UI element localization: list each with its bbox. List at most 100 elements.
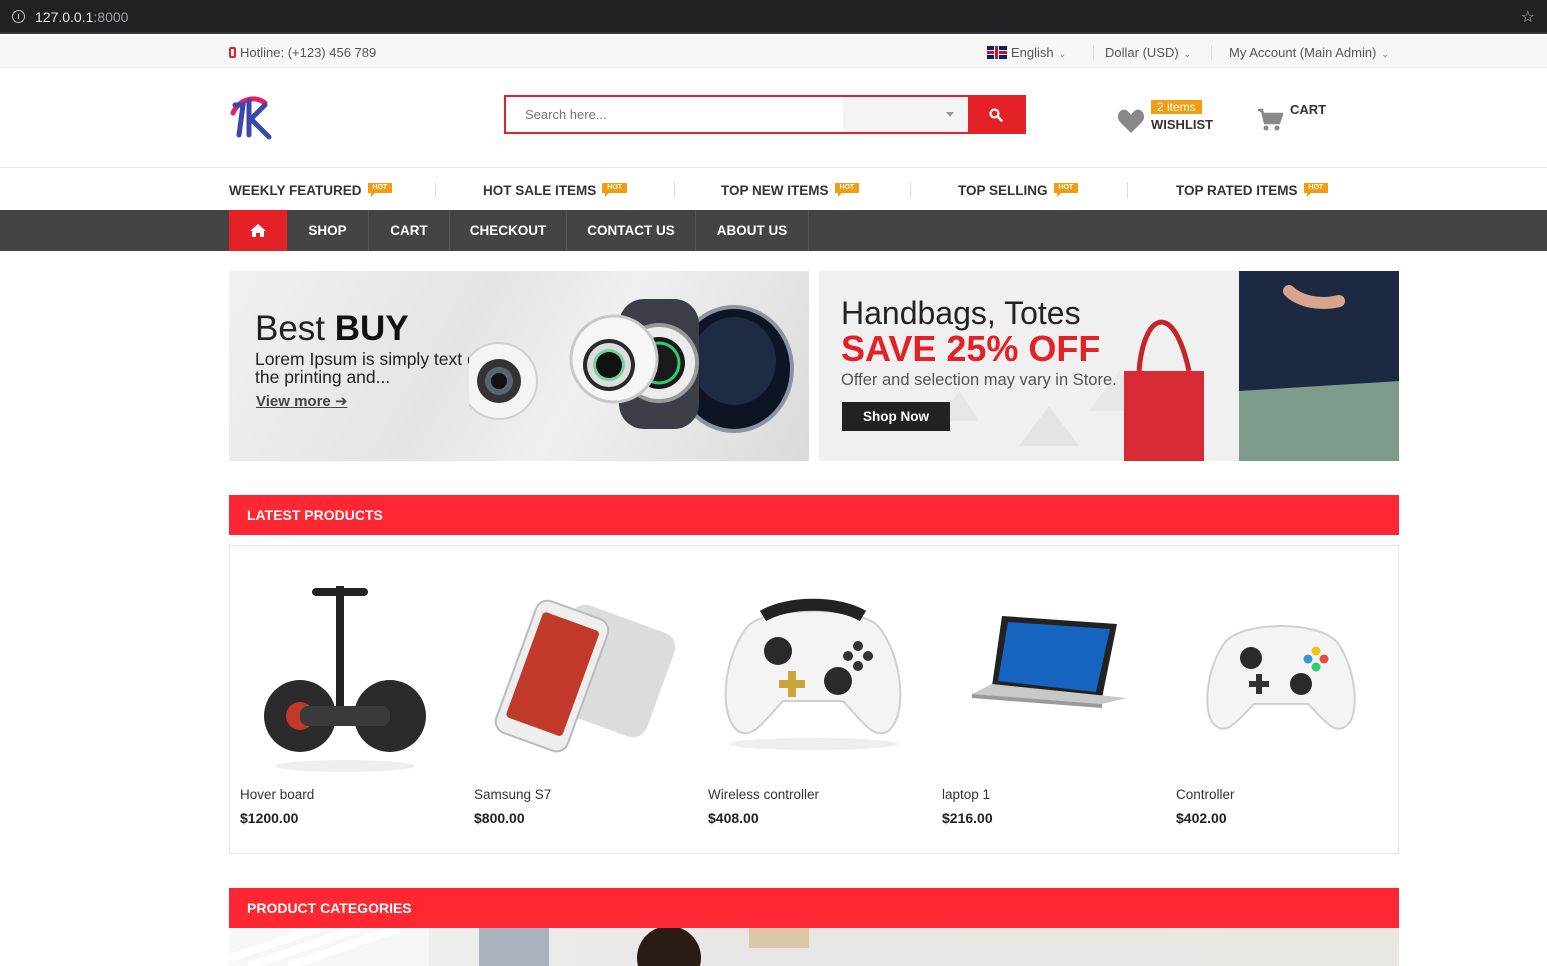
nav-label: TOP SELLING: [958, 183, 1048, 198]
banner-text: Offer and selection may vary in Store.: [841, 371, 1117, 389]
product-name[interactable]: Samsung S7: [474, 787, 551, 802]
nav-top-selling[interactable]: TOP SELLING HOT: [958, 183, 1079, 198]
nav-checkout[interactable]: CHECKOUT: [450, 210, 567, 251]
product-price: $800.00: [474, 810, 525, 826]
nav-shop[interactable]: SHOP: [287, 210, 369, 251]
banner-handbags[interactable]: Handbags, Totes SAVE 25% OFF Offer and s…: [819, 271, 1399, 461]
product-categories-heading: PRODUCT CATEGORIES: [229, 888, 1399, 928]
product-name[interactable]: laptop 1: [942, 787, 990, 802]
site-logo[interactable]: [229, 91, 277, 141]
bookmark-star-icon[interactable]: ☆: [1521, 7, 1535, 27]
banner-title-bold: BUY: [334, 309, 409, 348]
banner-sale-text: SAVE 25% OFF: [841, 328, 1101, 369]
banner-title-light: Best: [255, 309, 335, 348]
laptop-image: [972, 616, 1127, 708]
url-text[interactable]: 127.0.0.1:8000: [35, 9, 128, 25]
hot-badge: HOT: [367, 183, 393, 197]
product-card[interactable]: Controller $402.00: [1166, 546, 1400, 855]
home-icon: [250, 224, 266, 237]
account-menu[interactable]: My Account (Main Admin) ⌄: [1211, 45, 1389, 60]
cart-link[interactable]: CART: [1257, 100, 1337, 140]
product-card[interactable]: Wireless controller $408.00: [698, 546, 932, 855]
language-label: English: [1011, 45, 1054, 60]
divider: [1127, 182, 1128, 198]
gadgets-image: [469, 299, 794, 433]
category-photo: [229, 928, 809, 966]
shop-now-button[interactable]: Shop Now: [842, 402, 950, 431]
nav-label: TOP RATED ITEMS: [1176, 183, 1298, 198]
divider: [910, 182, 911, 198]
category-select[interactable]: [843, 97, 968, 132]
nav-label: HOT SALE ITEMS: [483, 183, 597, 198]
latest-products-heading: LATEST PRODUCTS: [229, 495, 1399, 535]
latest-products-grid: Hover board $1200.00 Samsung S7 $800.00 …: [229, 545, 1399, 854]
browser-address-bar[interactable]: 127.0.0.1:8000 ☆: [0, 0, 1547, 34]
nav-hot-sale-items[interactable]: HOT SALE ITEMS HOT: [483, 183, 628, 198]
hoverboard-image: [264, 586, 426, 772]
wishlist-count-badge: 2 items: [1151, 100, 1202, 114]
product-price: $408.00: [708, 810, 759, 826]
heart-icon: [1117, 109, 1145, 133]
controller-image: [1206, 625, 1356, 730]
category-banner-image[interactable]: [229, 928, 1399, 966]
product-name[interactable]: Wireless controller: [708, 787, 819, 802]
search-icon: [989, 107, 1003, 122]
divider: [435, 182, 436, 198]
nav-top-rated-items[interactable]: TOP RATED ITEMS HOT: [1176, 183, 1329, 198]
phone-icon: [229, 47, 236, 58]
nav-contact-us[interactable]: CONTACT US: [567, 210, 696, 251]
uk-flag-icon: [987, 46, 1007, 59]
account-label: My Account (Main Admin): [1229, 45, 1377, 60]
home-button[interactable]: [229, 210, 287, 251]
site-info-icon[interactable]: [12, 10, 25, 23]
language-selector[interactable]: English ⌄: [987, 45, 1066, 60]
nav-weekly-featured[interactable]: WEEKLY FEATURED HOT: [229, 183, 393, 198]
url-host: 127.0.0.1: [35, 9, 94, 25]
banner-text: Lorem Ipsum is simply text of the printi…: [255, 349, 482, 387]
main-nav: SHOP CART CHECKOUT CONTACT US ABOUT US: [0, 210, 1547, 251]
currency-label: Dollar (USD): [1105, 45, 1179, 60]
site-header: 2 items WISHLIST CART: [0, 68, 1547, 168]
hotline-text: Hotline: (+123) 456 789: [240, 45, 377, 60]
search-bar: [504, 95, 1026, 134]
nav-label: TOP NEW ITEMS: [721, 183, 829, 198]
controller-image: [724, 598, 902, 750]
chevron-down-icon: ⌄: [1183, 49, 1192, 59]
divider: [674, 182, 675, 198]
search-button[interactable]: [968, 97, 1024, 132]
hot-badge: HOT: [602, 183, 628, 197]
wishlist-link[interactable]: 2 items WISHLIST: [1117, 100, 1227, 140]
hot-badge: HOT: [1303, 183, 1329, 197]
nav-top-new-items[interactable]: TOP NEW ITEMS HOT: [721, 183, 860, 198]
search-input[interactable]: [506, 97, 843, 132]
product-name[interactable]: Hover board: [240, 787, 314, 802]
product-card[interactable]: laptop 1 $216.00: [932, 546, 1166, 855]
url-port: :8000: [93, 9, 129, 25]
nav-cart[interactable]: CART: [369, 210, 450, 251]
nav-label: WEEKLY FEATURED: [229, 183, 362, 198]
arrow-right-icon: ➔: [334, 393, 348, 410]
chevron-down-icon: ⌄: [1381, 49, 1389, 59]
product-name[interactable]: Controller: [1176, 787, 1235, 802]
view-more-link[interactable]: View more ➔: [256, 392, 348, 410]
wishlist-label: WISHLIST: [1151, 117, 1214, 132]
product-price: $402.00: [1176, 810, 1227, 826]
product-card[interactable]: Samsung S7 $800.00: [464, 546, 698, 855]
currency-selector[interactable]: Dollar (USD) ⌄: [1093, 45, 1191, 60]
featured-nav: WEEKLY FEATURED HOT HOT SALE ITEMS HOT TOP…: [0, 168, 1547, 210]
product-price: $1200.00: [240, 810, 299, 826]
cart-icon: [1258, 108, 1283, 131]
view-more-label: View more: [256, 393, 331, 410]
cart-label: CART: [1290, 102, 1327, 117]
hotline: Hotline: (+123) 456 789: [229, 45, 376, 60]
product-card[interactable]: Hover board $1200.00: [230, 546, 464, 855]
banner-best-buy[interactable]: Best BUY Lorem Ipsum is simply text of t…: [229, 271, 809, 461]
hot-badge: HOT: [834, 183, 860, 197]
top-bar: Hotline: (+123) 456 789 English ⌄ Dollar …: [0, 36, 1547, 68]
hot-badge: HOT: [1053, 183, 1079, 197]
product-price: $216.00: [942, 810, 993, 826]
chevron-down-icon: ⌄: [1058, 49, 1067, 59]
nav-about-us[interactable]: ABOUT US: [696, 210, 809, 251]
banner-title: Handbags, Totes: [841, 295, 1081, 331]
banner-title: Best BUY: [255, 309, 409, 349]
